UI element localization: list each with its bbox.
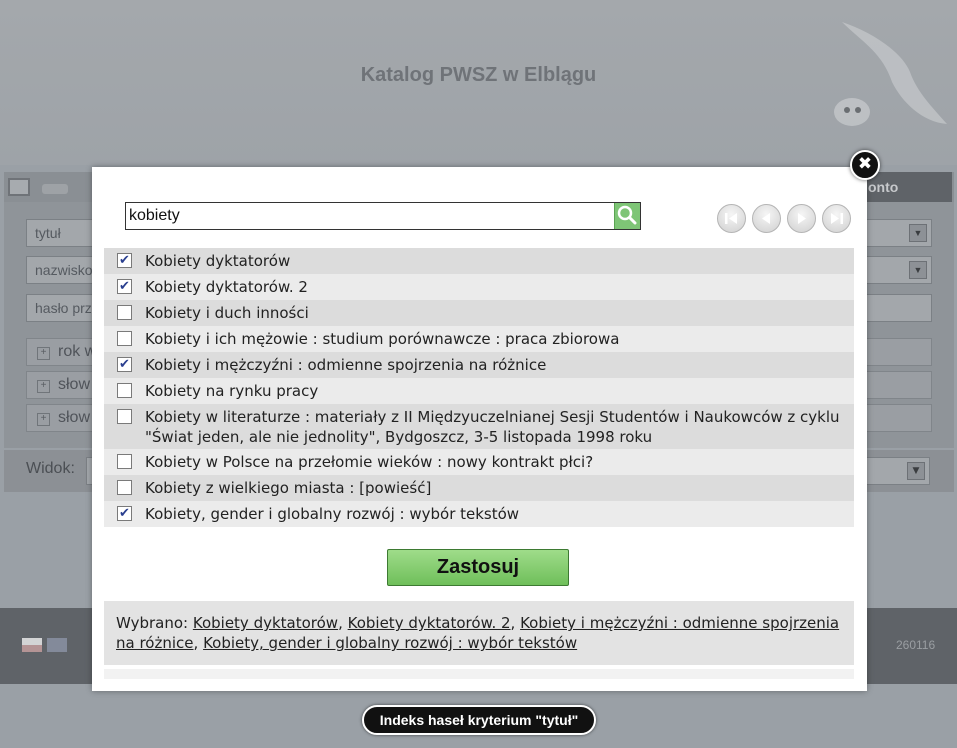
close-icon: ✖ [857, 154, 873, 174]
version-number: 260116 [896, 638, 936, 652]
catalog-title: Katalog PWSZ w Elblągu [360, 64, 597, 86]
checkbox-unchecked[interactable] [117, 383, 132, 398]
index-item-label: Kobiety i ich mężowie : studium porównaw… [145, 330, 620, 348]
checkbox-unchecked[interactable] [117, 409, 132, 424]
plus-icon: + [37, 413, 50, 426]
index-search-input[interactable] [126, 203, 614, 229]
separator: , [510, 614, 521, 632]
index-list-item[interactable]: ✔ Kobiety dyktatorów. 2 [104, 274, 854, 300]
index-list-item[interactable]: Kobiety z wielkiego miasta : [powieść] [104, 475, 854, 501]
checkbox-unchecked[interactable] [117, 480, 132, 495]
checkbox-checked[interactable]: ✔ [117, 279, 132, 294]
index-list-item[interactable]: ✔ Kobiety dyktatorów [104, 248, 854, 274]
criterion-label: tytuł [35, 225, 61, 241]
index-dialog: ✔ Kobiety dyktatorów ✔ Kobiety dyktatorów. … [92, 167, 867, 691]
next-page-button[interactable] [787, 204, 816, 233]
checkbox-checked[interactable]: ✔ [117, 357, 132, 372]
index-list-item[interactable]: Kobiety w literaturze : materiały z II M… [104, 404, 854, 449]
index-list-item[interactable]: Kobiety i ich mężowie : studium porównaw… [104, 326, 854, 352]
previous-page-button[interactable] [752, 204, 781, 233]
plus-icon: + [37, 347, 50, 360]
index-list-item[interactable]: ✔ Kobiety, gender i globalny rozwój : wyb… [104, 501, 854, 527]
selected-item-link[interactable]: Kobiety, gender i globalny rozwój : wybó… [203, 634, 577, 652]
checkbox-unchecked[interactable] [117, 331, 132, 346]
index-list: ✔ Kobiety dyktatorów ✔ Kobiety dyktatorów. … [104, 248, 854, 527]
close-dialog-button[interactable]: ✖ [850, 150, 880, 180]
arrow-left-icon [762, 213, 770, 224]
english-flag-icon[interactable] [47, 638, 67, 652]
last-page-icon [831, 213, 843, 224]
criterion-label: nazwisko [35, 262, 93, 278]
criterion-label: hasło prz [35, 300, 92, 316]
index-list-item[interactable]: Kobiety w Polsce na przełomie wieków : n… [104, 449, 854, 475]
index-item-label: Kobiety i duch inności [145, 304, 309, 322]
polish-flag-icon[interactable] [22, 638, 42, 652]
first-page-button[interactable] [717, 204, 746, 233]
expander-label: słow [58, 409, 91, 426]
dialog-caption: Indeks haseł kryterium "tytuł" [362, 705, 596, 735]
index-item-label: Kobiety, gender i globalny rozwój : wybó… [145, 505, 520, 523]
selected-item-link[interactable]: Kobiety dyktatorów. 2 [348, 614, 511, 632]
index-item-label: Kobiety i mężczyźni : odmienne spojrzeni… [145, 356, 547, 374]
arrow-right-icon [798, 213, 806, 224]
owl-logo-icon [834, 22, 947, 126]
expander-label: rok w [58, 343, 97, 360]
index-item-label: Kobiety dyktatorów. 2 [145, 278, 308, 296]
search-button[interactable] [614, 203, 640, 229]
index-list-item[interactable]: ✔ Kobiety i mężczyźni : odmienne spojrzen… [104, 352, 854, 378]
selected-item-link[interactable]: Kobiety dyktatorów [193, 614, 338, 632]
window-icon[interactable] [8, 178, 30, 196]
apply-button[interactable]: Zastosuj [387, 549, 569, 586]
checkbox-unchecked[interactable] [117, 305, 132, 320]
separator: , [193, 634, 204, 652]
selected-summary: Wybrano: Kobiety dyktatorów, Kobiety dyk… [104, 601, 854, 665]
index-list-item[interactable]: Kobiety i duch inności [104, 300, 854, 326]
checkbox-checked[interactable]: ✔ [117, 506, 132, 521]
first-page-icon [725, 213, 737, 224]
view-label: Widok: [26, 460, 75, 477]
checkbox-unchecked[interactable] [117, 454, 132, 469]
expander-label: słow [58, 376, 91, 393]
dropdown-arrow-icon[interactable]: ▼ [907, 462, 925, 480]
tray-icon[interactable] [42, 184, 68, 194]
plus-icon: + [37, 380, 50, 393]
separator: , [338, 614, 348, 632]
index-item-label: Kobiety z wielkiego miasta : [powieść] [145, 479, 432, 497]
checkbox-checked[interactable]: ✔ [117, 253, 132, 268]
index-item-label: Kobiety dyktatorów [145, 252, 291, 270]
selected-links: Kobiety dyktatorów, Kobiety dyktatorów. … [116, 614, 839, 652]
index-item-label: Kobiety na rynku pracy [145, 382, 319, 400]
dropdown-arrow-icon[interactable]: ▼ [909, 224, 927, 242]
last-page-button[interactable] [822, 204, 851, 233]
selected-prefix: Wybrano: [116, 614, 189, 632]
index-search-box [125, 202, 641, 230]
dropdown-arrow-icon[interactable]: ▼ [909, 261, 927, 279]
index-list-item[interactable]: Kobiety na rynku pracy [104, 378, 854, 404]
dialog-bottom-strip [104, 669, 854, 679]
index-item-label: Kobiety w Polsce na przełomie wieków : n… [145, 453, 594, 471]
search-icon [617, 205, 637, 225]
index-item-label: Kobiety w literaturze : materiały z II M… [145, 408, 840, 446]
